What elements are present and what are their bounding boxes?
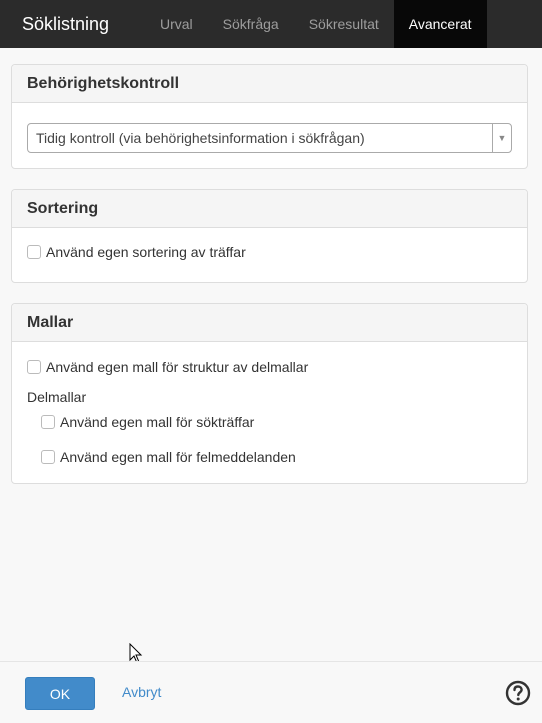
access-control-select-value: Tidig kontroll (via behörighetsinformati…: [36, 130, 365, 146]
custom-sort-option[interactable]: Använd egen sortering av träffar: [27, 241, 512, 263]
sorting-heading: Sortering: [12, 190, 527, 228]
ok-button[interactable]: OK: [25, 677, 95, 710]
structure-template-checkbox[interactable]: [27, 360, 41, 374]
hits-template-label: Använd egen mall för sökträffar: [60, 414, 255, 430]
hits-template-checkbox[interactable]: [41, 415, 55, 429]
tab-avancerat[interactable]: Avancerat: [393, 0, 487, 48]
help-circle-icon[interactable]: [505, 680, 531, 706]
dropdown-arrow-icon[interactable]: ▼: [492, 124, 511, 152]
errors-template-option[interactable]: Använd egen mall för felmeddelanden: [41, 446, 512, 468]
access-control-panel: Behörighetskontroll Tidig kontroll (via …: [11, 64, 528, 169]
templates-heading: Mallar: [12, 304, 527, 342]
sorting-panel: Sortering Använd egen sortering av träff…: [11, 189, 528, 283]
app-title: Söklistning: [22, 13, 110, 34]
access-control-heading: Behörighetskontroll: [12, 65, 527, 103]
custom-sort-checkbox[interactable]: [27, 245, 41, 259]
dialog-footer: OK Avbryt: [0, 661, 542, 723]
subtemplates-label: Delmallar: [27, 389, 87, 405]
tab-sokresultat[interactable]: Sökresultat: [294, 0, 394, 48]
structure-template-option[interactable]: Använd egen mall för struktur av delmall…: [27, 356, 512, 378]
cancel-button[interactable]: Avbryt: [122, 684, 161, 700]
errors-template-checkbox[interactable]: [41, 450, 55, 464]
custom-sort-label: Använd egen sortering av träffar: [46, 244, 246, 260]
templates-panel: Mallar Använd egen mall för struktur av …: [11, 303, 528, 484]
hits-template-option[interactable]: Använd egen mall för sökträffar: [41, 411, 512, 433]
main-content: Behörighetskontroll Tidig kontroll (via …: [11, 64, 528, 504]
tab-sokfraga[interactable]: Sökfråga: [208, 0, 294, 48]
access-control-select[interactable]: Tidig kontroll (via behörighetsinformati…: [27, 123, 512, 153]
errors-template-label: Använd egen mall för felmeddelanden: [60, 449, 296, 465]
tab-urval[interactable]: Urval: [142, 0, 208, 48]
structure-template-label: Använd egen mall för struktur av delmall…: [46, 359, 309, 375]
top-navbar: Söklistning Urval Sökfråga Sökresultat A…: [0, 0, 542, 48]
